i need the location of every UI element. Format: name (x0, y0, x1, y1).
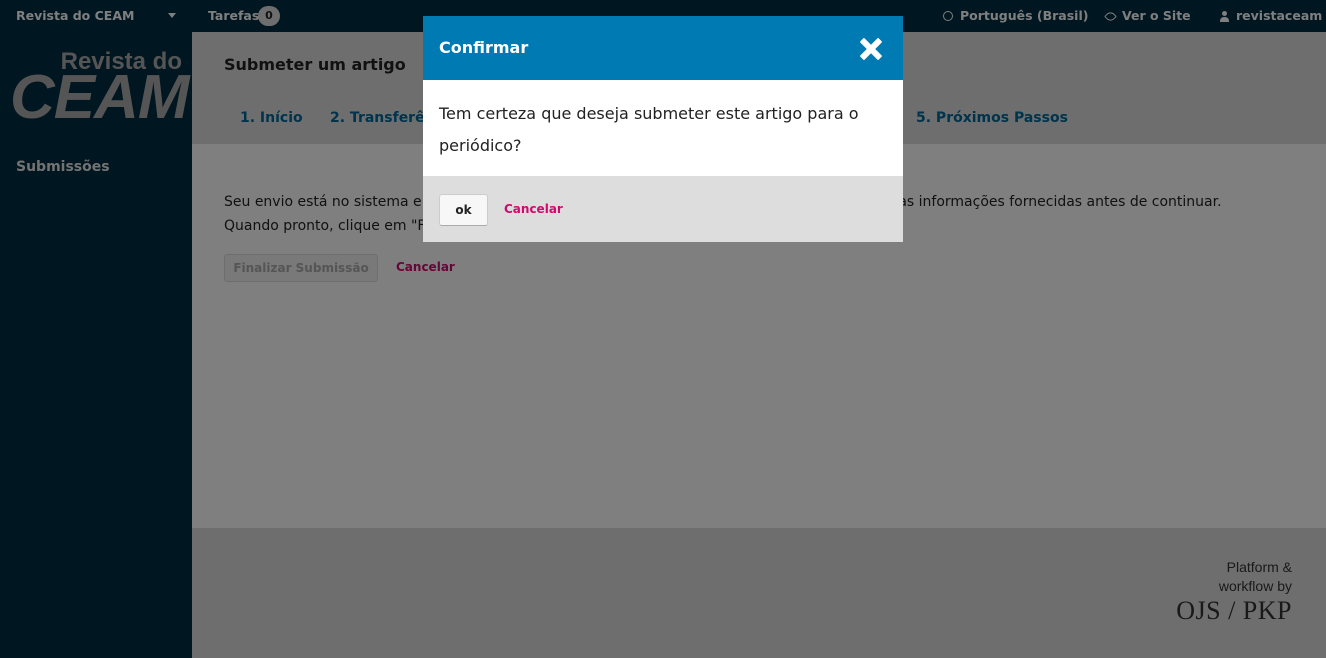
dialog-footer: ok Cancelar (423, 176, 903, 242)
dialog-header: Confirmar (423, 16, 903, 80)
confirm-dialog: Confirmar Tem certeza que deseja submete… (423, 16, 903, 242)
dialog-title: Confirmar (439, 38, 529, 57)
dialog-message: Tem certeza que deseja submeter este art… (439, 104, 859, 155)
dialog-cancel-link[interactable]: Cancelar (504, 202, 563, 216)
close-icon[interactable] (857, 35, 885, 63)
ok-button[interactable]: ok (439, 194, 488, 226)
